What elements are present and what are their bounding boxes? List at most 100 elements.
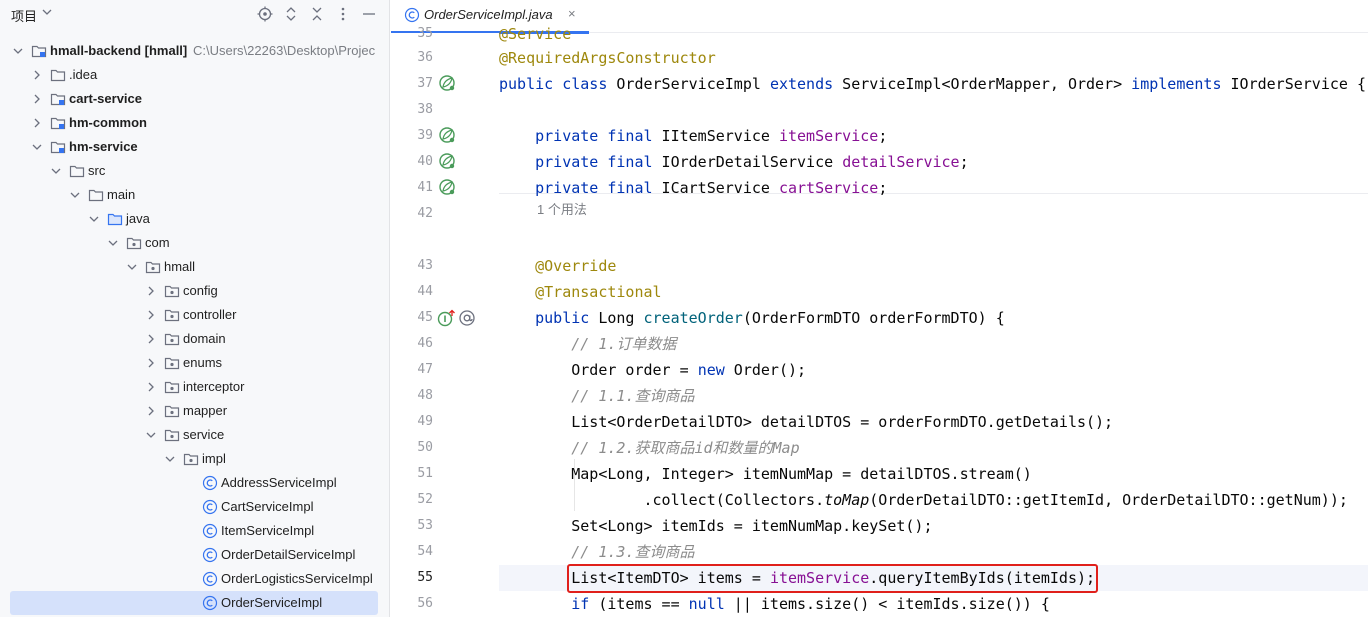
module-folder-icon — [31, 43, 47, 59]
chevron-down-icon[interactable] — [12, 45, 24, 57]
tree-item[interactable]: hmall — [0, 255, 389, 279]
project-view-title[interactable]: 项目 — [11, 6, 37, 25]
package-icon — [164, 355, 180, 371]
tree-item[interactable]: interceptor — [0, 375, 389, 399]
tree-item[interactable]: AddressServiceImpl — [0, 471, 389, 495]
chevron-down-icon[interactable] — [145, 429, 157, 441]
tree-item[interactable]: hm-common — [0, 111, 389, 135]
tree-item[interactable]: controller — [0, 303, 389, 327]
tree-item[interactable]: cart-service — [0, 87, 389, 111]
code-token: IOrderDetailService — [652, 153, 843, 171]
tree-item[interactable]: ItemServiceImpl — [0, 519, 389, 543]
spring-bean-icon[interactable] — [438, 152, 456, 170]
code-line[interactable]: @Override — [499, 253, 1368, 279]
code-line[interactable]: @Service — [499, 21, 1368, 47]
chevron-right-icon[interactable] — [145, 357, 157, 369]
code-token: IOrderService { — [1221, 75, 1366, 93]
tree-item[interactable]: java — [0, 207, 389, 231]
chevron-right-icon[interactable] — [31, 93, 43, 105]
code-line[interactable]: @RequiredArgsConstructor — [499, 45, 1368, 71]
spring-bean-icon[interactable] — [438, 126, 456, 144]
code-line[interactable]: // 1.3.查询商品 — [499, 539, 1368, 565]
code-line[interactable]: // 1.1.查询商品 — [499, 383, 1368, 409]
code-token: ; — [878, 127, 888, 145]
tree-item[interactable]: enums — [0, 351, 389, 375]
chevron-down-icon[interactable] — [107, 237, 119, 249]
tree-item[interactable]: hmall-backend [hmall] C:\Users\22263\Desk… — [0, 39, 389, 63]
code-line[interactable]: .collect(Collectors.toMap(OrderDetailDTO… — [499, 487, 1368, 513]
highlight-annotation-box — [567, 564, 1098, 593]
code-line[interactable]: private final ICartService cartService; — [499, 175, 1368, 201]
line-number: 46 — [417, 336, 433, 351]
source-folder-icon — [107, 211, 123, 227]
code-line[interactable]: // 1.2.获取商品id和数量的Map — [499, 435, 1368, 461]
chevron-right-icon[interactable] — [145, 309, 157, 321]
chevron-right-icon[interactable] — [31, 117, 43, 129]
code-line[interactable]: // 1.订单数据 — [499, 331, 1368, 357]
chevron-down-icon[interactable] — [69, 189, 81, 201]
collapse-all-icon[interactable] — [308, 5, 326, 23]
code-line[interactable]: Order order = new Order(); — [499, 357, 1368, 383]
chevron-right-icon[interactable] — [145, 285, 157, 297]
tree-item[interactable]: impl — [0, 447, 389, 471]
tree-item[interactable]: service — [0, 423, 389, 447]
package-icon — [164, 307, 180, 323]
line-number: 48 — [417, 388, 433, 403]
locate-file-icon[interactable] — [256, 5, 274, 23]
tree-item[interactable]: OrderDetailServiceImpl — [0, 543, 389, 567]
more-options-icon[interactable] — [334, 5, 352, 23]
module-folder-icon — [50, 139, 66, 155]
code-line[interactable]: @Transactional — [499, 279, 1368, 305]
tree-item-label: OrderDetailServiceImpl — [221, 547, 356, 562]
code-line[interactable]: public Long createOrder(OrderFormDTO ord… — [499, 305, 1368, 331]
transactional-icon[interactable] — [458, 309, 476, 327]
code-line[interactable]: Map<Long, Integer> itemNumMap = detailDT… — [499, 461, 1368, 487]
tree-item[interactable]: CartServiceImpl — [0, 495, 389, 519]
tree-item[interactable]: config — [0, 279, 389, 303]
tree-item-label: config — [183, 283, 218, 298]
chevron-right-icon[interactable] — [145, 405, 157, 417]
tree-item[interactable]: domain — [0, 327, 389, 351]
code-token: OrderServiceImpl — [607, 75, 770, 93]
chevron-right-icon[interactable] — [145, 333, 157, 345]
chevron-down-icon[interactable] — [41, 6, 53, 21]
line-number: 41 — [417, 180, 433, 195]
chevron-down-icon[interactable] — [31, 141, 43, 153]
code-line[interactable]: List<OrderDetailDTO> detailDTOS = orderF… — [499, 409, 1368, 435]
expand-all-icon[interactable] — [282, 5, 300, 23]
tree-item[interactable]: com — [0, 231, 389, 255]
class-icon — [202, 571, 218, 587]
code-line[interactable]: public class OrderServiceImpl extends Se… — [499, 71, 1368, 97]
code-line[interactable]: if (items == null || items.size() < item… — [499, 591, 1368, 617]
code-line[interactable]: private final IOrderDetailService detail… — [499, 149, 1368, 175]
tree-item[interactable]: hm-service — [0, 135, 389, 159]
tree-item[interactable]: src — [0, 159, 389, 183]
chevron-down-icon[interactable] — [50, 165, 62, 177]
code-token: Set<Long> itemIds = itemNumMap.keySet(); — [499, 517, 933, 535]
code-line[interactable]: private final IItemService itemService; — [499, 123, 1368, 149]
code-area[interactable]: @Service @RequiredArgsConstructor public c… — [499, 25, 1368, 617]
code-token: createOrder — [643, 309, 743, 327]
chevron-right-icon[interactable] — [31, 69, 43, 81]
implements-method-icon[interactable] — [437, 309, 455, 327]
code-line[interactable]: Set<Long> itemIds = itemNumMap.keySet(); — [499, 513, 1368, 539]
tree-item[interactable]: mapper — [0, 399, 389, 423]
code-token: extends — [769, 75, 834, 93]
tree-item[interactable]: .idea — [0, 63, 389, 87]
folder-icon — [88, 187, 104, 203]
spring-bean-icon[interactable] — [438, 74, 456, 92]
tree-item-label: controller — [183, 307, 237, 322]
tree-item[interactable]: OrderServiceImpl — [0, 591, 389, 615]
chevron-down-icon[interactable] — [126, 261, 138, 273]
code-token: (items == — [589, 595, 689, 613]
tree-item[interactable]: OrderLogisticsServiceImpl — [0, 567, 389, 591]
chevron-right-icon[interactable] — [145, 381, 157, 393]
chevron-down-icon[interactable] — [164, 453, 176, 465]
spring-bean-icon[interactable] — [438, 178, 456, 196]
minimize-icon[interactable] — [360, 5, 378, 23]
code-token: ServiceImpl<OrderMapper, Order> — [833, 75, 1132, 93]
close-tab-icon[interactable]: × — [568, 6, 576, 21]
chevron-down-icon[interactable] — [88, 213, 100, 225]
code-token: cartService — [778, 179, 879, 197]
tree-item[interactable]: main — [0, 183, 389, 207]
